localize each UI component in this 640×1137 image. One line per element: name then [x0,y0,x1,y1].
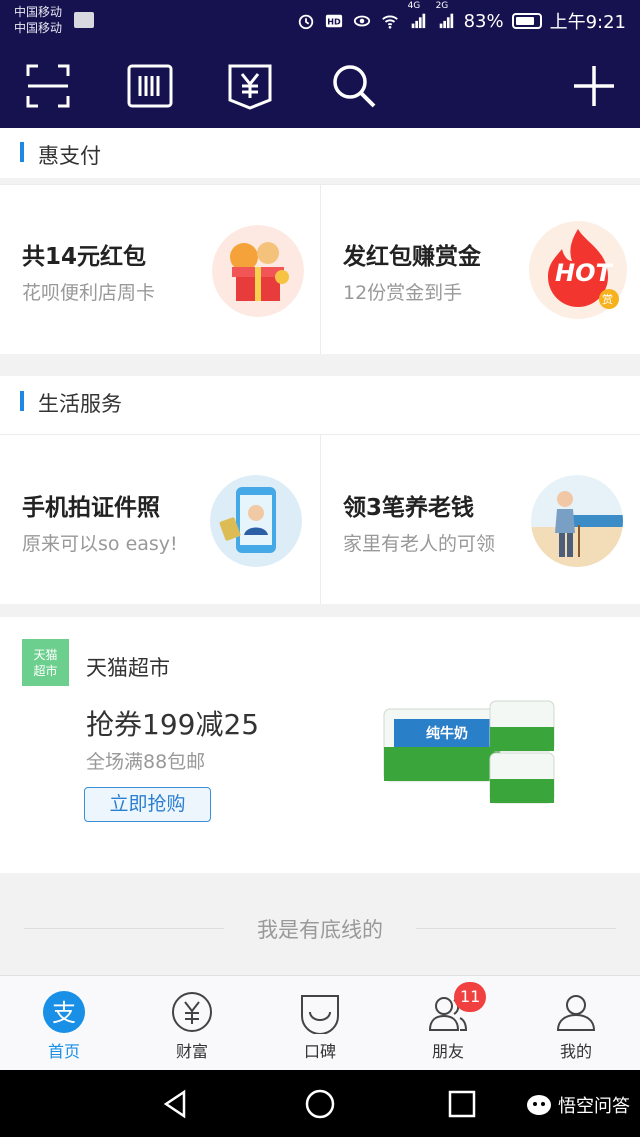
section-title-huizhifu: 惠支付 [0,128,640,178]
signal-icon [439,13,453,28]
svg-text:支: 支 [52,999,76,1027]
tmall-subtitle: 全场满88包邮 [86,751,206,773]
svg-text:HD: HD [327,17,341,27]
tmall-logo-line1: 天猫 [33,648,58,662]
activity-icon [74,12,94,28]
life-cards: 手机拍证件照 原来可以so easy! 领3笔养老钱 家里有老人的可领 [0,434,640,604]
end-of-list-text: 我是有底线的 [257,918,383,942]
scan-icon[interactable] [24,62,72,110]
alarm-icon [298,14,313,30]
barcode-icon[interactable] [126,62,174,110]
reward-badge: 赏 [602,293,613,306]
home-icon[interactable] [304,1088,336,1120]
tmall-name: 天猫超市 [86,656,170,680]
status-right: HD 4G 2G 83% 上午9:21 [296,1,626,34]
battery-percent: 83% [463,10,504,32]
end-of-list: 我是有底线的 [0,880,640,975]
card-reward[interactable]: 发红包赚赏金 12份赏金到手 HOT 赏 [320,185,640,354]
tmall-logo-line2: 超市 [33,664,58,678]
top-header [0,42,640,128]
tab-mine[interactable]: 我的 [512,976,640,1071]
buy-now-button[interactable]: 立即抢购 [84,787,211,822]
tab-koubei[interactable]: 口碑 [256,976,384,1071]
system-nav-bar: 悟空问答 [0,1070,640,1137]
card-title: 领3笔养老钱 [343,495,475,521]
search-icon[interactable] [330,62,378,110]
card-pension[interactable]: 领3笔养老钱 家里有老人的可领 [320,435,640,604]
watermark-text: 悟空问答 [558,1096,630,1117]
bottom-tab-bar: 支 首页 财富 口碑 11 朋友 我的 [0,975,640,1070]
koubei-icon [301,995,339,1034]
carrier-info: 中国移动 中国移动 [14,4,62,36]
signal-1: 4G [408,1,428,32]
status-bar: 中国移动 中国移动 HD 4G 2G 83% 上午9:21 [0,0,640,42]
id-photo-icon [210,475,302,567]
card-title: 共14元红包 [22,244,147,270]
card-red-packet[interactable]: 共14元红包 花呗便利店周卡 [0,185,320,354]
card-subtitle: 家里有老人的可领 [343,533,496,555]
wifi-icon [381,15,398,29]
signal-icon [411,13,425,28]
huizhifu-cards: 共14元红包 花呗便利店周卡 发红包赚赏金 12份赏金到手 HOT 赏 [0,184,640,354]
tab-label: 朋友 [431,1042,464,1061]
recents-icon[interactable] [446,1088,478,1120]
milk-product-image: 纯牛奶 [380,697,560,807]
red-packet-gift-icon [212,225,304,317]
tab-label: 口碑 [303,1042,336,1061]
section-title-text: 惠支付 [38,144,101,168]
card-title: 手机拍证件照 [22,495,160,521]
back-icon[interactable] [160,1088,192,1120]
tab-wealth[interactable]: 财富 [128,976,256,1071]
wealth-icon [172,992,212,1032]
tab-home[interactable]: 支 首页 [0,976,128,1071]
receipt-yuan-icon[interactable] [226,62,274,110]
tab-friends[interactable]: 11 朋友 [384,976,512,1071]
network-type-1: 4G [407,0,421,11]
card-subtitle: 12份赏金到手 [343,282,463,304]
watermark: 悟空问答 [526,1092,630,1118]
tab-label: 首页 [47,1042,80,1061]
tmall-promo[interactable]: 天猫 超市 天猫超市 抢券199减25 全场满88包邮 立即抢购 纯牛奶 [0,617,640,873]
signal-2: 2G [436,1,456,32]
section-title-life: 生活服务 [0,376,640,434]
profile-icon [556,995,596,1031]
clock: 上午9:21 [549,12,626,33]
elderly-person-icon [531,475,623,567]
card-subtitle: 花呗便利店周卡 [22,282,156,304]
wukong-logo-icon [527,1095,551,1115]
tab-label: 我的 [559,1042,592,1061]
hot-flame-icon: HOT 赏 [529,221,627,319]
notification-badge: 11 [454,982,487,1012]
product-label: 纯牛奶 [426,726,468,742]
carrier-1: 中国移动 [14,5,63,19]
tmall-title: 抢券199减25 [86,708,260,741]
tab-label: 财富 [175,1042,208,1061]
card-id-photo[interactable]: 手机拍证件照 原来可以so easy! [0,435,320,604]
section-marker [20,142,24,162]
add-icon[interactable] [570,62,618,110]
carrier-2: 中国移动 [14,21,63,35]
eye-icon [353,15,370,27]
section-marker [20,391,24,411]
hot-text: HOT [555,259,612,287]
section-title-text: 生活服务 [38,392,122,416]
alipay-icon: 支 [43,991,85,1033]
tmall-logo: 天猫 超市 [22,639,69,686]
network-type-2: 2G [435,0,449,11]
hd-icon: HD [325,14,342,28]
card-title: 发红包赚赏金 [343,244,481,270]
battery-icon [511,13,542,29]
card-subtitle: 原来可以so easy! [22,533,178,555]
